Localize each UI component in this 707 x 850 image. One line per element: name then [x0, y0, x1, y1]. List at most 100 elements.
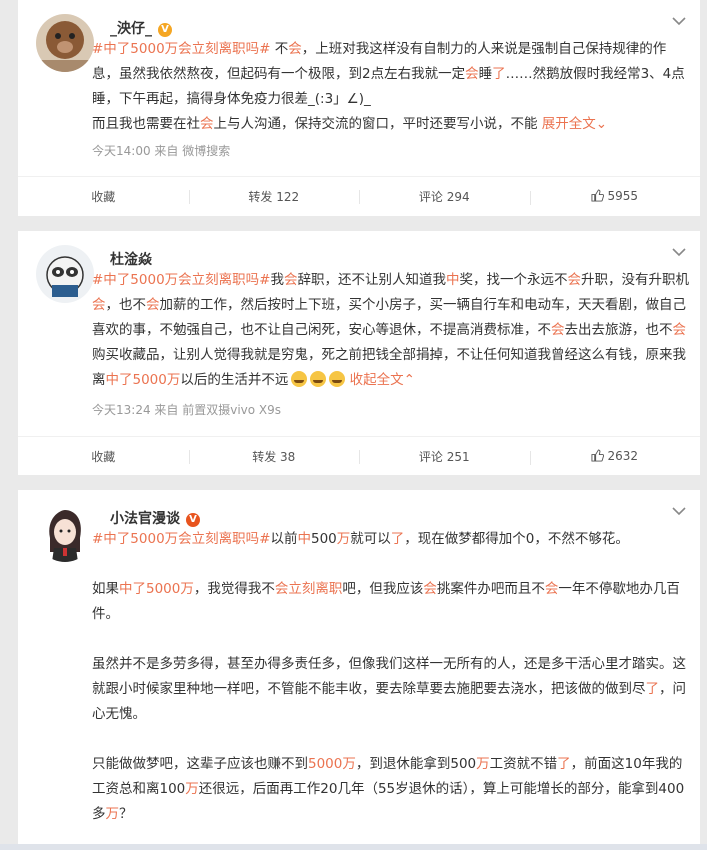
keyword-highlight: 会 [567, 272, 581, 288]
action-bar: 收藏 转发 122 评论 294 5955 [18, 176, 700, 215]
comment-button[interactable]: 评论 294 [359, 188, 530, 205]
user-avatar[interactable] [36, 504, 94, 562]
post-text: 辞职，还不让别人知道我 [297, 272, 446, 288]
thumbs-up-icon [591, 449, 605, 462]
favorite-label: 收藏 [91, 449, 116, 464]
keyword-highlight: 会 [551, 322, 565, 338]
username[interactable]: 杜淦焱 [110, 249, 152, 269]
post-text: ，也不 [105, 297, 147, 313]
post-text: 如果 [92, 581, 119, 597]
avatar-image [36, 245, 94, 303]
post-body: #中了5000万会立刻离职吗#以前中500万就可以了，现在做梦都得加个0，不然不… [92, 527, 692, 827]
like-count: 5955 [607, 189, 639, 203]
post-body: #中了5000万会立刻离职吗# 不会，上班对我这样没有自制力的人来说是强制自己保… [92, 37, 692, 137]
repost-button[interactable]: 转发 38 [188, 448, 360, 465]
keyword-highlight: 中了5000万 [119, 581, 194, 597]
expand-toggle-link[interactable]: ⌃ [404, 372, 415, 388]
keyword-highlight: 了 [645, 681, 660, 697]
keyword-highlight: 会 [146, 297, 160, 313]
post-text: 吧，但我应该 [342, 581, 424, 597]
username-text[interactable]: _泱仔_ [110, 21, 152, 37]
post-text: 我 [270, 272, 284, 288]
post-paragraph: 如果中了5000万，我觉得我不会立刻离职吧，但我应该会挑案件办吧而且不会一年不停… [92, 577, 692, 627]
post-text: ，现在做梦都得加个0，不然不够花。 [404, 531, 629, 547]
post-text: ？ [119, 806, 133, 822]
chevron-down-icon[interactable] [672, 16, 686, 26]
chevron-down-icon[interactable] [672, 247, 686, 257]
hashtag-link[interactable]: #中了5000万会立刻离职吗# [92, 272, 270, 288]
repost-label: 转发 122 [248, 189, 300, 204]
keyword-highlight: 了 [492, 66, 506, 82]
comment-button[interactable]: 评论 251 [359, 448, 530, 465]
expand-toggle-link[interactable]: 展开全文 [542, 116, 596, 132]
expand-toggle-link[interactable]: 收起全文 [350, 372, 404, 388]
keyword-highlight: 中了5000万 [105, 372, 181, 388]
keyword-highlight: 了 [557, 756, 571, 772]
avatar-image [36, 14, 94, 72]
username-text[interactable]: 杜淦焱 [110, 252, 152, 268]
keyword-highlight: 万 [476, 756, 490, 772]
expand-toggle-link[interactable]: ⌄ [596, 116, 607, 132]
laughing-crying-emoji-icon [310, 371, 327, 387]
username[interactable]: 小法官漫谈 V [110, 508, 200, 528]
post-text: ，我觉得我不 [193, 581, 275, 597]
post-meta: 今天13:24 来自 前置双摄vivo X9s [92, 403, 282, 417]
username-text[interactable]: 小法官漫谈 [110, 511, 180, 527]
keyword-highlight: 会 [544, 581, 559, 597]
username[interactable]: _泱仔_ V [110, 18, 172, 38]
post-text: 挑案件办吧而且不 [436, 581, 545, 597]
repost-label: 转发 38 [252, 449, 296, 464]
keyword-highlight: 会 [92, 297, 106, 313]
keyword-highlight: 会 [288, 41, 302, 57]
like-button[interactable]: 5955 [529, 189, 701, 205]
laughing-crying-emoji-icon [329, 371, 346, 387]
avatar-image [36, 504, 94, 562]
action-bar: 收藏 转发 38 评论 251 2632 [18, 436, 700, 475]
repost-button[interactable]: 转发 122 [188, 188, 360, 205]
post-paragraph: 只能做做梦吧，这辈子应该也赚不到5000万，到退休能拿到500万工资就不错了，前… [92, 752, 692, 827]
thumbs-up-icon [591, 189, 605, 202]
post-text: 而且我也需要在社 [92, 116, 200, 132]
comment-label: 评论 294 [418, 189, 470, 204]
keyword-highlight: 万 [336, 531, 351, 547]
bottom-edge [0, 844, 707, 850]
favorite-label: 收藏 [91, 189, 116, 204]
post-meta: 今天14:00 来自 微博搜索 [92, 144, 231, 158]
weibo-post-card: _泱仔_ V #中了5000万会立刻离职吗# 不会，上班对我这样没有自制力的人来说… [18, 0, 700, 216]
post-text: 去出去旅游，也不 [564, 322, 673, 338]
keyword-highlight: 万 [185, 781, 199, 797]
like-button[interactable]: 2632 [529, 449, 701, 465]
keyword-highlight: 会 [283, 272, 298, 288]
hashtag-link[interactable]: #中了5000万会立刻离职吗# [92, 531, 270, 547]
user-avatar[interactable] [36, 14, 94, 72]
post-text: 工资就不错 [489, 756, 558, 772]
favorite-button[interactable]: 收藏 [18, 188, 189, 205]
keyword-highlight: 会 [200, 116, 214, 132]
keyword-highlight: 5000万 [308, 756, 356, 772]
keyword-highlight: 中 [445, 272, 460, 288]
chevron-down-icon[interactable] [672, 506, 686, 516]
post-paragraph: 虽然并不是多劳多得，甚至办得多责任多，但像我们这样一无所有的人，还是多干活心里才… [92, 652, 692, 727]
verified-badge-icon: V [158, 23, 172, 37]
post-body: #中了5000万会立刻离职吗#我会辞职，还不让别人知道我中奖，找一个永远不会升职… [92, 268, 692, 393]
keyword-highlight: 中 [297, 531, 311, 547]
favorite-button[interactable]: 收藏 [18, 448, 189, 465]
keyword-highlight: 会立刻离职 [274, 581, 343, 597]
comment-label: 评论 251 [418, 449, 470, 464]
user-avatar[interactable] [36, 245, 94, 303]
laughing-crying-emoji-icon [291, 371, 308, 387]
hashtag-link[interactable]: #中了5000万会立刻离职吗# [92, 41, 270, 57]
post-paragraph: #中了5000万会立刻离职吗#以前中500万就可以了，现在做梦都得加个0，不然不… [92, 527, 692, 552]
keyword-highlight: 会 [423, 581, 437, 597]
keyword-highlight: 会 [465, 66, 479, 82]
post-text: 只能做做梦吧，这辈子应该也赚不到 [92, 756, 308, 772]
weibo-post-card: 小法官漫谈 V #中了5000万会立刻离职吗#以前中500万就可以了，现在做梦都得… [18, 490, 700, 850]
post-text: 就可以 [350, 531, 391, 547]
keyword-highlight: 了 [390, 531, 405, 547]
keyword-highlight: 会 [672, 322, 687, 338]
post-text: 虽然并不是多劳多得，甚至办得多责任多，但像我们这样一无所有的人，还是多干活心里才… [92, 656, 686, 697]
post-text: 奖，找一个永远不 [459, 272, 568, 288]
post-text: 不 [270, 41, 289, 57]
weibo-post-card: 杜淦焱 #中了5000万会立刻离职吗#我会辞职，还不让别人知道我中奖，找一个永远… [18, 231, 700, 475]
post-text: 以前 [270, 531, 298, 547]
